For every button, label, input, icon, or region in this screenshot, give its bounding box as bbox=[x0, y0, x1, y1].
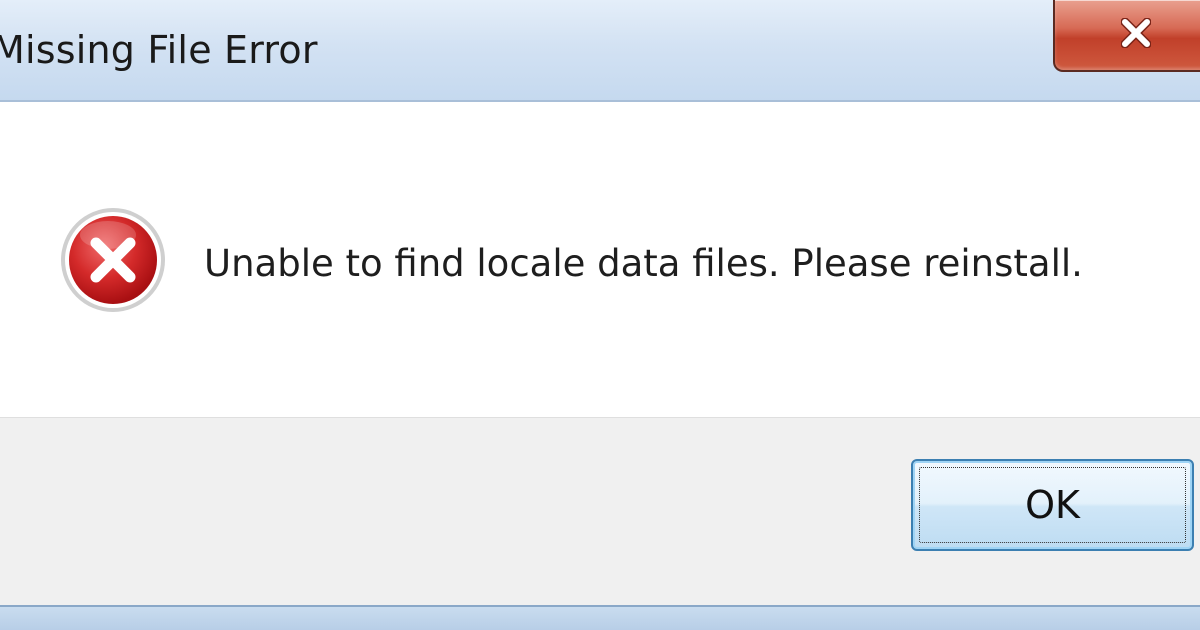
error-dialog: Missing File Error Unable to find locale… bbox=[0, 0, 1200, 630]
error-icon bbox=[61, 208, 165, 312]
close-button[interactable] bbox=[1053, 0, 1200, 72]
window-title: Missing File Error bbox=[0, 28, 318, 72]
window-bottom-border bbox=[0, 605, 1200, 630]
ok-button-label: OK bbox=[1025, 483, 1080, 527]
ok-button[interactable]: OK bbox=[911, 459, 1194, 551]
title-bar[interactable]: Missing File Error bbox=[0, 0, 1200, 102]
error-message: Unable to find locale data files. Please… bbox=[204, 242, 1083, 285]
close-icon bbox=[1121, 18, 1151, 48]
